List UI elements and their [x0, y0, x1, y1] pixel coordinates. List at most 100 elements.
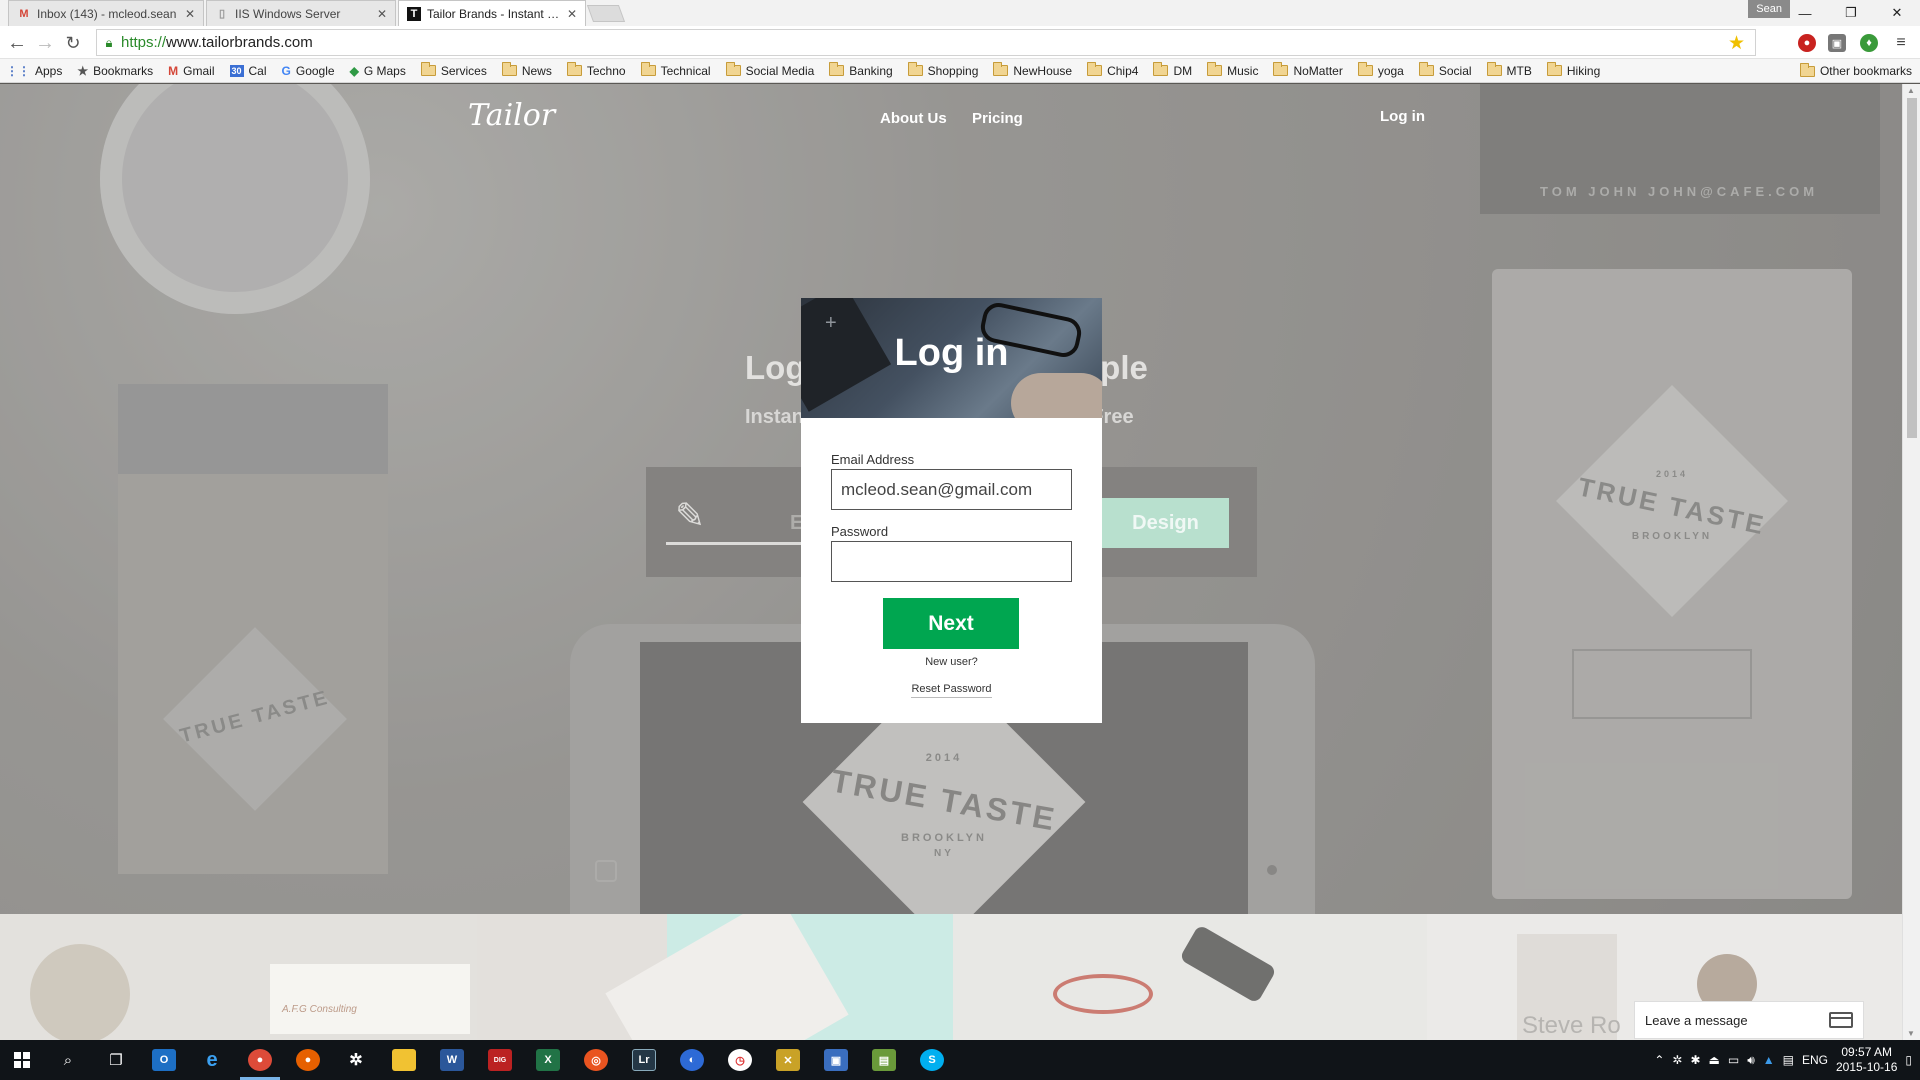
excel-icon[interactable]: X: [524, 1040, 572, 1080]
other-bookmarks[interactable]: Other bookmarks: [1799, 59, 1912, 83]
leave-message-widget[interactable]: Leave a message: [1634, 1001, 1864, 1039]
clock-app-icon[interactable]: ◷: [716, 1040, 764, 1080]
language-indicator[interactable]: ENG: [1802, 1053, 1828, 1067]
adblock-extension-icon[interactable]: ●: [1798, 34, 1816, 52]
bookmark-apps[interactable]: ⋮⋮ Apps: [6, 64, 62, 78]
tab-iis[interactable]: ▯ IIS Windows Server ✕: [206, 0, 396, 26]
bookmark-folder[interactable]: Social: [1418, 62, 1472, 78]
scroll-down-icon[interactable]: ▼: [1907, 1029, 1915, 1038]
bookmark-bookmarks[interactable]: ★ Bookmarks: [77, 64, 153, 78]
cast-extension-icon[interactable]: ▣: [1828, 34, 1846, 52]
page-scrollbar[interactable]: ▲ ▼: [1902, 84, 1920, 1040]
outlook-icon[interactable]: O: [140, 1040, 188, 1080]
clock[interactable]: 09:57 AM 2015-10-16: [1836, 1045, 1897, 1075]
skype-icon[interactable]: S: [908, 1040, 956, 1080]
bookmark-gmail[interactable]: M Gmail: [168, 64, 214, 78]
password-field[interactable]: [831, 541, 1072, 582]
firefox-icon[interactable]: ●: [284, 1040, 332, 1080]
notifications-icon[interactable]: ▯: [1905, 1053, 1912, 1067]
task-view-icon[interactable]: ❐: [92, 1040, 140, 1080]
digital-app-icon[interactable]: DIG: [476, 1040, 524, 1080]
folder-icon: [1357, 62, 1373, 76]
folder-icon: [1418, 62, 1434, 76]
network-icon[interactable]: ▭: [1728, 1053, 1739, 1067]
back-icon[interactable]: ←: [4, 30, 30, 56]
tab-inbox[interactable]: M Inbox (143) - mcleod.sean ✕: [8, 0, 204, 26]
bluetooth-icon[interactable]: ✱: [1690, 1053, 1700, 1067]
bookmark-folder[interactable]: Services: [420, 62, 487, 78]
email-field[interactable]: mcleod.sean@gmail.com: [831, 469, 1072, 510]
bookmark-folder[interactable]: NoMatter: [1273, 62, 1343, 78]
chevron-up-icon[interactable]: ⌃: [1654, 1053, 1664, 1067]
bookmark-folder[interactable]: Chip4: [1087, 62, 1138, 78]
green-app-icon[interactable]: ▤: [860, 1040, 908, 1080]
bookmark-folder[interactable]: Technical: [640, 62, 711, 78]
restore-icon[interactable]: ❐: [1828, 0, 1874, 26]
bookmark-folder[interactable]: MTB: [1486, 62, 1532, 78]
bookmark-folder[interactable]: DM: [1153, 62, 1192, 78]
bookmark-label: yoga: [1377, 63, 1404, 78]
reload-icon[interactable]: ↻: [60, 30, 86, 56]
address-bar[interactable]: 🔒︎ https:// www.tailorbrands.com ★: [96, 29, 1756, 56]
bookmark-cal[interactable]: 30 Cal: [229, 64, 267, 78]
bookmark-label: News: [521, 63, 552, 78]
bookmark-folder[interactable]: Shopping: [907, 62, 978, 78]
ubuntu-icon[interactable]: ◎: [572, 1040, 620, 1080]
bookmark-google[interactable]: G Google: [282, 64, 335, 78]
browser-toolbar: ← → ↻ 🔒︎ https:// www.tailorbrands.com ★…: [0, 26, 1920, 59]
close-icon[interactable]: ✕: [377, 7, 387, 21]
tab-tailor[interactable]: T Tailor Brands - Instant Log ✕: [398, 0, 586, 26]
chat-label: Leave a message: [1645, 1012, 1748, 1028]
scroll-up-icon[interactable]: ▲: [1907, 86, 1915, 95]
new-user-link[interactable]: New user?: [801, 656, 1102, 668]
tools-icon[interactable]: ✕: [764, 1040, 812, 1080]
close-window-icon[interactable]: ✕: [1874, 0, 1920, 26]
bookmark-star-icon[interactable]: ★: [1728, 32, 1745, 55]
email-label: Email Address: [831, 452, 915, 467]
app-globe-icon[interactable]: ◐: [668, 1040, 716, 1080]
bookmark-folder[interactable]: Hiking: [1546, 62, 1600, 78]
remote-desktop-icon[interactable]: ▣: [812, 1040, 860, 1080]
menu-icon[interactable]: ≡: [1892, 34, 1910, 52]
calendar-icon: 30: [229, 64, 244, 77]
edge-icon[interactable]: e: [188, 1040, 236, 1080]
evernote-extension-icon[interactable]: ♦: [1860, 34, 1878, 52]
other-bookmarks-label: Other bookmarks: [1819, 64, 1912, 78]
reset-password-link[interactable]: Reset Password: [801, 683, 1102, 698]
lightroom-icon[interactable]: Lr: [620, 1040, 668, 1080]
usb-icon[interactable]: ⏏: [1709, 1053, 1720, 1067]
bookmark-folder[interactable]: Banking: [829, 62, 893, 78]
chat-window-icon: [1829, 1012, 1853, 1028]
bookmark-label: Bookmarks: [93, 63, 154, 78]
drive-icon[interactable]: ▲: [1763, 1053, 1775, 1067]
windows-start-icon[interactable]: [0, 1040, 44, 1080]
bookmark-folder[interactable]: yoga: [1357, 62, 1404, 78]
web-page: TOM JOHN JOHN@CAFE.COM TRUE TASTE TRUE T…: [0, 84, 1902, 1040]
new-tab-button[interactable]: [586, 5, 626, 22]
bookmark-folder[interactable]: Techno: [566, 62, 626, 78]
bookmark-gmaps[interactable]: ◆ G Maps: [350, 64, 406, 78]
login-modal: + Log in Email Address mcleod.sean@gmail…: [801, 298, 1102, 723]
bookmark-folder[interactable]: News: [501, 62, 552, 78]
reset-password-label: Reset Password: [911, 683, 992, 698]
word-icon[interactable]: W: [428, 1040, 476, 1080]
minimize-icon[interactable]: —: [1782, 0, 1828, 26]
star-icon: ★: [77, 63, 89, 78]
forward-icon[interactable]: →: [32, 30, 58, 56]
bookmark-folder[interactable]: Social Media: [725, 62, 814, 78]
volume-icon[interactable]: 🔊︎: [1747, 1053, 1755, 1068]
bookmark-folder[interactable]: NewHouse: [993, 62, 1072, 78]
bookmark-folder[interactable]: Music: [1207, 62, 1258, 78]
scroll-thumb[interactable]: [1907, 98, 1917, 438]
message-icon[interactable]: ▤: [1783, 1053, 1794, 1067]
next-button[interactable]: Next: [883, 598, 1019, 649]
close-icon[interactable]: ✕: [567, 7, 577, 21]
clock-date: 2015-10-16: [1836, 1060, 1898, 1074]
gear-icon[interactable]: ✲: [1672, 1053, 1682, 1067]
chrome-icon[interactable]: ●: [236, 1040, 284, 1080]
close-icon[interactable]: ✕: [185, 7, 195, 21]
tab-title: IIS Windows Server: [235, 6, 341, 21]
search-icon[interactable]: ⌕: [44, 1040, 92, 1080]
app-icon[interactable]: ✲: [332, 1040, 380, 1080]
file-explorer-icon[interactable]: [380, 1040, 428, 1080]
